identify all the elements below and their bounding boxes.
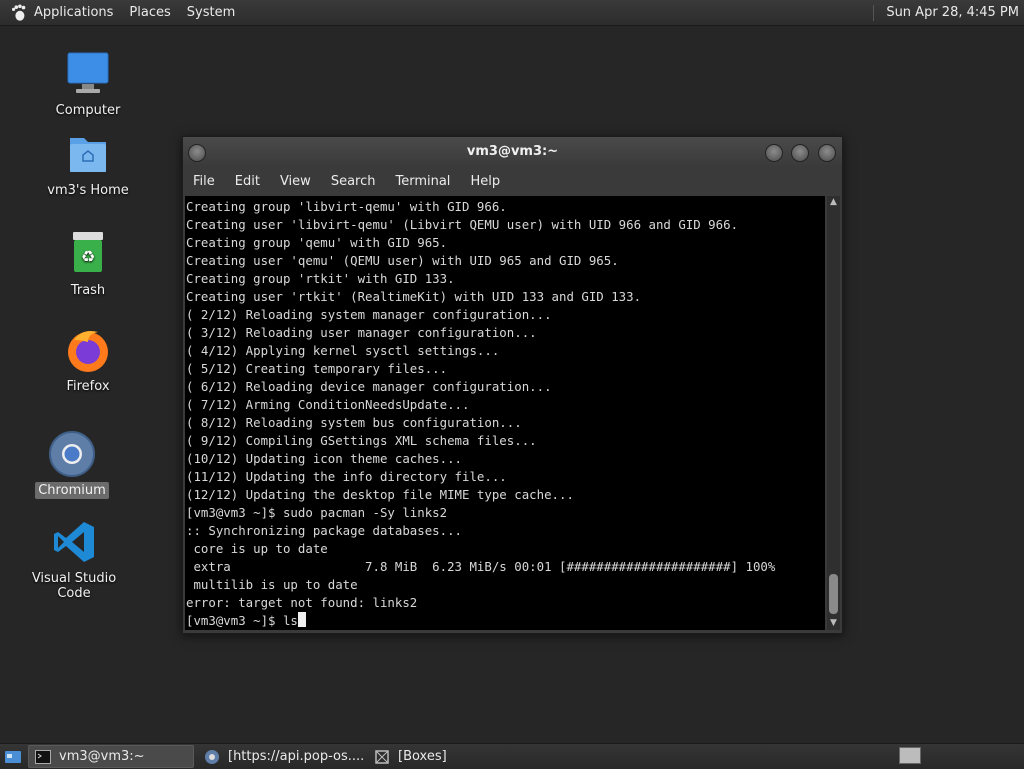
terminal-line: Creating user 'qemu' (QEMU user) with UI…	[186, 253, 619, 268]
desktop-icon-label: vm3's Home	[47, 183, 129, 198]
system-menu[interactable]: System	[179, 5, 243, 20]
home-folder-icon	[64, 130, 112, 178]
firefox-icon	[64, 326, 112, 374]
window-menu-button[interactable]	[188, 144, 206, 162]
desktop-icon-trash[interactable]: ♻ Trash	[28, 230, 148, 299]
bottom-panel: vm3@vm3:~ [https://api.pop-os.... [Boxes…	[0, 743, 1024, 769]
desktop-icon-label: Visual Studio Code	[31, 571, 117, 601]
desktop-icon-vscode[interactable]: Visual Studio Code	[14, 518, 134, 602]
taskbar-item-label: [Boxes]	[398, 749, 447, 764]
terminal-window: vm3@vm3:~ File Edit View Search Terminal…	[182, 136, 843, 634]
taskbar-item-label: vm3@vm3:~	[59, 749, 145, 764]
taskbar-item-terminal[interactable]: vm3@vm3:~	[28, 745, 194, 768]
terminal-line: error: target not found: links2	[186, 595, 418, 610]
window-titlebar[interactable]: vm3@vm3:~	[183, 137, 842, 167]
desktop-icon-label: Firefox	[66, 379, 110, 394]
desktop-icon-label: Chromium	[35, 482, 109, 499]
close-button[interactable]	[818, 144, 836, 162]
terminal-line: [vm3@vm3 ~]$ sudo pacman -Sy links2	[186, 505, 448, 520]
menu-view[interactable]: View	[270, 174, 321, 189]
terminal-line: Creating group 'rtkit' with GID 133.	[186, 271, 455, 286]
terminal-line: (11/12) Updating the info directory file…	[186, 469, 507, 484]
panel-separator	[873, 4, 880, 21]
terminal-line: ( 8/12) Reloading system bus configurati…	[186, 415, 522, 430]
taskbar-item-boxes[interactable]: [Boxes]	[368, 746, 520, 767]
taskbar-item-label: [https://api.pop-os....	[228, 749, 364, 764]
terminal-line: ( 2/12) Reloading system manager configu…	[186, 307, 552, 322]
terminal-line: ( 6/12) Reloading device manager configu…	[186, 379, 552, 394]
menu-terminal[interactable]: Terminal	[385, 174, 460, 189]
terminal-line: ( 9/12) Compiling GSettings XML schema f…	[186, 433, 537, 448]
terminal-prompt-line[interactable]: [vm3@vm3 ~]$ ls	[185, 612, 825, 630]
terminal-line: ( 4/12) Applying kernel sysctl settings.…	[186, 343, 500, 358]
vscode-icon	[50, 518, 98, 566]
terminal-line: (10/12) Updating icon theme caches...	[186, 451, 463, 466]
workspace-switcher[interactable]	[899, 747, 921, 764]
maximize-button[interactable]	[791, 144, 809, 162]
desktop-icon-firefox[interactable]: Firefox	[28, 326, 148, 395]
terminal-line: Creating user 'rtkit' (RealtimeKit) with…	[186, 289, 642, 304]
terminal-line: :: Synchronizing package databases...	[186, 523, 463, 538]
terminal-icon	[35, 749, 51, 764]
top-panel: Applications Places System Sun Apr 28, 4…	[0, 0, 1024, 26]
terminal-line: Creating group 'libvirt-qemu' with GID 9…	[186, 199, 507, 214]
minimize-button[interactable]	[765, 144, 783, 162]
terminal-line: (12/12) Updating the desktop file MIME t…	[186, 487, 574, 502]
show-desktop-button[interactable]	[2, 746, 24, 767]
desktop-icon-chromium[interactable]: Chromium	[12, 430, 132, 499]
window-title: vm3@vm3:~	[466, 144, 559, 159]
terminal-menubar: File Edit View Search Terminal Help	[183, 167, 842, 196]
terminal-scrollbar[interactable]: ▲ ▼	[827, 196, 840, 630]
computer-icon	[64, 50, 112, 98]
scroll-down-icon[interactable]: ▼	[827, 617, 840, 630]
scroll-up-icon[interactable]: ▲	[827, 196, 840, 209]
terminal-line: Creating user 'libvirt-qemu' (Libvirt QE…	[186, 217, 739, 232]
menu-file[interactable]: File	[183, 174, 225, 189]
terminal-line: Creating group 'qemu' with GID 965.	[186, 235, 448, 250]
menu-search[interactable]: Search	[321, 174, 386, 189]
terminal-line: ( 3/12) Reloading user manager configura…	[186, 325, 537, 340]
menu-edit[interactable]: Edit	[225, 174, 270, 189]
applications-menu-label: Applications	[34, 5, 114, 20]
terminal-line: multilib is up to date	[186, 577, 358, 592]
scrollbar-thumb[interactable]	[829, 574, 838, 614]
gnome-foot-icon	[11, 3, 26, 21]
menu-help[interactable]: Help	[460, 174, 510, 189]
show-desktop-icon	[5, 750, 21, 763]
desktop-icon-label: Trash	[70, 283, 106, 298]
terminal-line: ( 7/12) Arming ConditionNeedsUpdate...	[186, 397, 470, 412]
boxes-icon	[375, 749, 389, 764]
desktop-icon-home[interactable]: vm3's Home	[28, 130, 148, 199]
applications-menu[interactable]: Applications	[0, 3, 121, 22]
text-cursor	[297, 612, 306, 627]
trash-icon: ♻	[64, 230, 112, 278]
chromium-icon	[48, 430, 96, 478]
terminal-output[interactable]: Creating group 'libvirt-qemu' with GID 9…	[185, 196, 825, 630]
svg-text:♻: ♻	[81, 247, 95, 266]
terminal-line: ( 5/12) Creating temporary files...	[186, 361, 448, 376]
chromium-icon	[205, 749, 219, 764]
clock[interactable]: Sun Apr 28, 4:45 PM	[886, 5, 1024, 20]
terminal-line: core is up to date	[186, 541, 328, 556]
places-menu[interactable]: Places	[121, 5, 178, 20]
taskbar-item-chromium[interactable]: [https://api.pop-os....	[198, 746, 364, 767]
terminal-line: extra 7.8 MiB 6.23 MiB/s 00:01 [########…	[186, 559, 776, 574]
desktop-icon-computer[interactable]: Computer	[28, 50, 148, 119]
desktop-icon-label: Computer	[55, 103, 121, 118]
terminal-prompt: [vm3@vm3 ~]$ ls	[186, 613, 298, 628]
